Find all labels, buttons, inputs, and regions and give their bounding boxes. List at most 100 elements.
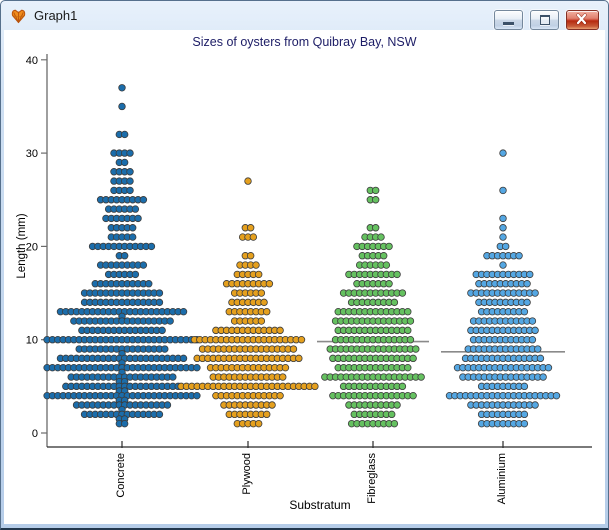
data-dot <box>140 196 147 203</box>
data-dot <box>255 420 262 427</box>
y-tick-label: 30 <box>26 148 38 160</box>
data-dot <box>410 355 417 362</box>
data-dot <box>404 364 411 371</box>
data-dot <box>127 168 134 175</box>
series-aluminium <box>446 150 560 427</box>
category-label-concrete: Concrete <box>115 453 128 498</box>
window-controls <box>487 10 599 30</box>
data-dot <box>404 327 411 334</box>
data-dot <box>399 383 406 390</box>
data-dot <box>383 262 390 269</box>
data-dot <box>119 84 126 91</box>
data-dot <box>500 150 507 157</box>
data-dot <box>386 243 393 250</box>
y-tick-label: 0 <box>32 428 38 440</box>
graph-window: Graph1 Sizes of oysters from Quibray Bay… <box>0 0 609 530</box>
data-dot <box>250 234 257 241</box>
data-dot <box>500 234 507 241</box>
data-dot <box>388 411 395 418</box>
category-label-aluminium: Aluminium <box>496 453 509 504</box>
data-dot <box>121 252 128 259</box>
data-dot <box>521 383 528 390</box>
data-dot <box>164 402 171 409</box>
series-fibreglass <box>322 187 425 427</box>
category-label-plywood: Plywood <box>241 453 254 495</box>
data-dot <box>258 290 265 297</box>
data-dot <box>553 392 560 399</box>
data-dot <box>391 299 398 306</box>
series-plywood <box>178 178 318 427</box>
data-dot <box>140 262 147 269</box>
titlebar[interactable]: Graph1 <box>1 1 608 30</box>
data-dot <box>529 336 536 343</box>
data-dot <box>372 224 379 231</box>
data-dot <box>521 308 528 315</box>
data-dot <box>247 224 254 231</box>
data-dot <box>516 252 523 259</box>
data-dot <box>290 346 297 353</box>
data-dot <box>282 364 289 371</box>
restore-icon <box>540 15 550 25</box>
minimize-button[interactable] <box>494 10 523 30</box>
data-dot <box>386 280 393 287</box>
data-dot <box>407 318 414 325</box>
data-dot <box>255 271 262 278</box>
data-dot <box>129 224 136 231</box>
data-dot <box>266 280 273 287</box>
data-dot <box>391 420 398 427</box>
data-dot <box>378 234 385 241</box>
data-dot <box>121 420 128 427</box>
data-dot <box>532 327 539 334</box>
data-dot <box>410 392 417 399</box>
data-dot <box>394 402 401 409</box>
data-dot <box>296 355 303 362</box>
data-dot <box>261 299 268 306</box>
data-dot <box>394 271 401 278</box>
dotplot-chart: 010203040 <box>4 30 605 524</box>
data-dot <box>521 420 528 427</box>
data-dot <box>298 336 305 343</box>
data-dot <box>194 364 201 371</box>
restore-button[interactable] <box>530 10 559 30</box>
data-dot <box>180 308 187 315</box>
data-dot <box>245 178 252 185</box>
data-dot <box>132 271 139 278</box>
series-concrete <box>44 84 200 426</box>
data-dot <box>537 355 544 362</box>
data-dot <box>263 411 270 418</box>
data-dot <box>269 402 276 409</box>
data-dot <box>277 392 284 399</box>
data-dot <box>170 374 177 381</box>
data-dot <box>127 178 134 185</box>
data-dot <box>380 252 387 259</box>
close-icon <box>567 11 596 27</box>
y-tick-label: 10 <box>26 335 38 347</box>
category-label-fibreglass: Fibreglass <box>366 453 379 504</box>
data-dot <box>545 364 552 371</box>
data-dot <box>534 346 541 353</box>
data-dot <box>372 196 379 203</box>
data-dot <box>372 187 379 194</box>
data-dot <box>312 383 319 390</box>
data-dot <box>526 271 533 278</box>
data-dot <box>194 392 201 399</box>
data-dot <box>524 280 531 287</box>
window-title: Graph1 <box>34 8 77 23</box>
data-dot <box>500 215 507 222</box>
data-dot <box>258 318 265 325</box>
data-dot <box>129 234 136 241</box>
data-dot <box>121 131 128 138</box>
data-dot <box>121 159 128 166</box>
data-dot <box>529 318 536 325</box>
data-dot <box>399 290 406 297</box>
data-dot <box>135 215 142 222</box>
data-dot <box>502 243 509 250</box>
data-dot <box>132 206 139 213</box>
app-shell-icon <box>10 8 27 24</box>
data-dot <box>162 346 169 353</box>
y-tick-label: 40 <box>26 55 38 67</box>
data-dot <box>145 280 152 287</box>
close-button[interactable] <box>566 10 599 30</box>
data-dot <box>500 262 507 269</box>
minimize-icon <box>503 22 514 25</box>
